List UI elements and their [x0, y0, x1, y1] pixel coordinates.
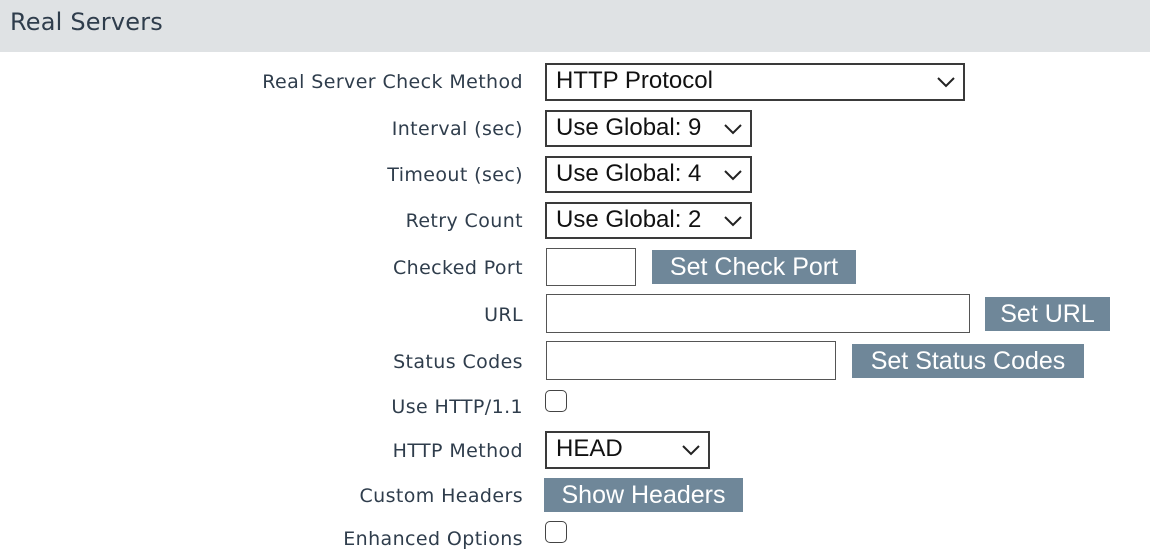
- check-method-select[interactable]: HTTP Protocol: [545, 63, 965, 101]
- use-http11-checkbox[interactable]: [545, 390, 567, 412]
- chevron-down-icon: [724, 169, 742, 180]
- check-method-value: HTTP Protocol: [556, 67, 713, 94]
- chevron-down-icon: [724, 215, 742, 226]
- set-url-button[interactable]: Set URL: [985, 297, 1110, 331]
- checked-port-input[interactable]: [546, 248, 636, 286]
- show-headers-button[interactable]: Show Headers: [544, 478, 743, 512]
- custom-headers-label: Custom Headers: [359, 485, 523, 507]
- enhanced-options-checkbox[interactable]: [545, 521, 567, 543]
- http-method-label: HTTP Method: [392, 440, 523, 462]
- set-check-port-button[interactable]: Set Check Port: [652, 250, 856, 284]
- interval-select[interactable]: Use Global: 9: [545, 110, 752, 147]
- http-method-value: HEAD: [556, 435, 623, 462]
- section-header: Real Servers: [0, 0, 1150, 52]
- timeout-label: Timeout (sec): [387, 164, 523, 186]
- use-http11-label: Use HTTP/1.1: [391, 396, 523, 418]
- chevron-down-icon: [724, 123, 742, 134]
- retry-count-label: Retry Count: [405, 210, 523, 232]
- check-method-label: Real Server Check Method: [262, 71, 523, 93]
- status-codes-input[interactable]: [546, 341, 836, 380]
- url-input[interactable]: [546, 294, 970, 333]
- retry-count-select[interactable]: Use Global: 2: [545, 202, 752, 239]
- retry-count-value: Use Global: 2: [556, 206, 702, 233]
- status-codes-label: Status Codes: [393, 351, 523, 373]
- interval-value: Use Global: 9: [556, 114, 702, 141]
- checked-port-label: Checked Port: [392, 257, 523, 279]
- set-status-codes-button[interactable]: Set Status Codes: [852, 344, 1084, 378]
- section-title: Real Servers: [10, 8, 163, 36]
- enhanced-options-label: Enhanced Options: [343, 528, 523, 550]
- timeout-value: Use Global: 4: [556, 160, 702, 187]
- interval-label: Interval (sec): [391, 118, 523, 140]
- url-label: URL: [484, 304, 523, 326]
- chevron-down-icon: [937, 77, 955, 88]
- http-method-select[interactable]: HEAD: [545, 431, 710, 469]
- timeout-select[interactable]: Use Global: 4: [545, 156, 752, 193]
- chevron-down-icon: [682, 445, 700, 456]
